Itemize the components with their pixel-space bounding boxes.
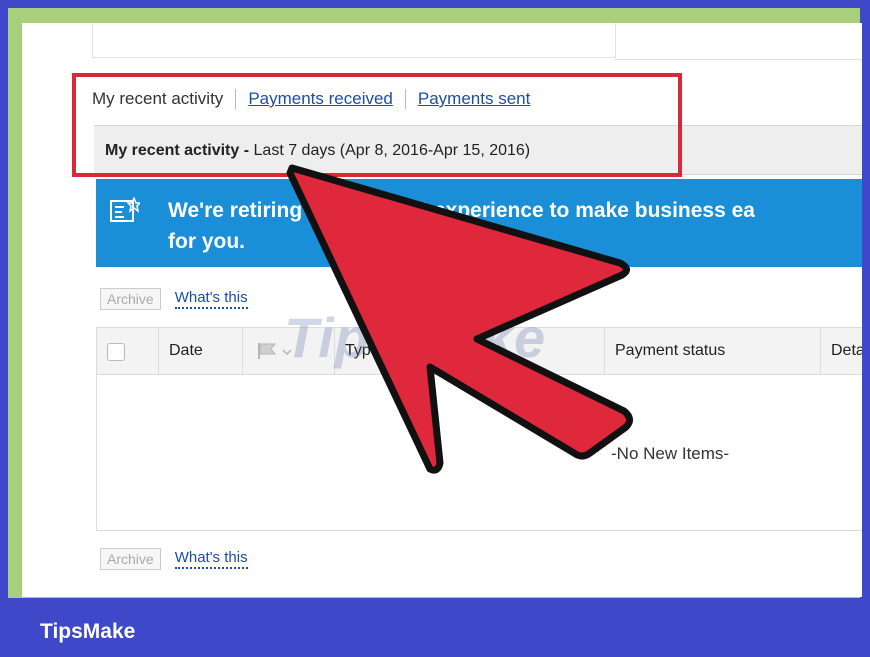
screenshot-area: My recent activity Payments received Pay… (22, 23, 862, 597)
pointer-arrow-icon (286, 164, 633, 474)
brand-logo: TipsMake (40, 620, 136, 643)
